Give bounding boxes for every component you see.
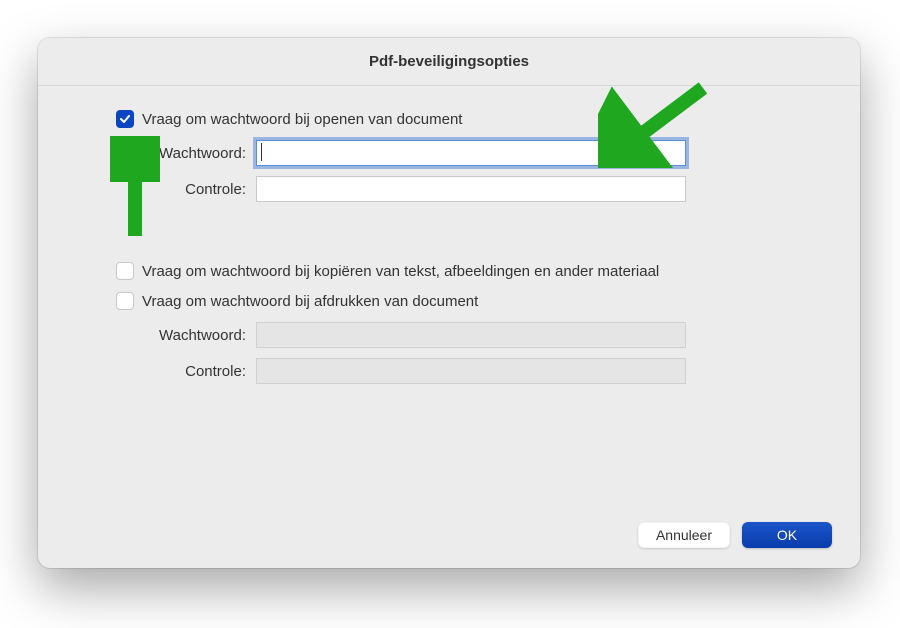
dialog-content: Vraag om wachtwoord bij openen van docum… bbox=[38, 86, 860, 414]
require-copy-password-label: Vraag om wachtwoord bij kopiëren van tek… bbox=[142, 263, 659, 280]
open-password-field-row: Wachtwoord: bbox=[66, 140, 832, 166]
open-password-label: Wachtwoord: bbox=[66, 145, 256, 162]
perm-password-label: Wachtwoord: bbox=[66, 327, 256, 344]
text-cursor bbox=[261, 143, 262, 161]
cancel-button[interactable]: Annuleer bbox=[638, 522, 730, 548]
perm-password-input bbox=[256, 322, 686, 348]
ok-button[interactable]: OK bbox=[742, 522, 832, 548]
open-verify-input[interactable] bbox=[256, 176, 686, 202]
dialog-title: Pdf-beveiligingsopties bbox=[369, 53, 529, 70]
open-password-input[interactable] bbox=[256, 140, 686, 166]
require-open-password-checkbox[interactable] bbox=[116, 110, 134, 128]
require-print-password-label: Vraag om wachtwoord bij afdrukken van do… bbox=[142, 293, 478, 310]
require-copy-password-checkbox[interactable] bbox=[116, 262, 134, 280]
checkmark-icon bbox=[119, 113, 131, 125]
open-password-section: Vraag om wachtwoord bij openen van docum… bbox=[66, 110, 832, 202]
require-print-password-checkbox[interactable] bbox=[116, 292, 134, 310]
open-verify-label: Controle: bbox=[66, 181, 256, 198]
perm-verify-label: Controle: bbox=[66, 363, 256, 380]
dialog-buttons: Annuleer OK bbox=[638, 522, 832, 548]
require-print-password-row: Vraag om wachtwoord bij afdrukken van do… bbox=[116, 292, 832, 310]
open-verify-field-row: Controle: bbox=[66, 176, 832, 202]
require-open-password-row: Vraag om wachtwoord bij openen van docum… bbox=[116, 110, 832, 128]
require-copy-password-row: Vraag om wachtwoord bij kopiëren van tek… bbox=[116, 262, 832, 280]
perm-verify-field-row: Controle: bbox=[66, 358, 832, 384]
pdf-security-options-dialog: Pdf-beveiligingsopties Vraag om wachtwoo… bbox=[38, 38, 860, 568]
require-open-password-label: Vraag om wachtwoord bij openen van docum… bbox=[142, 111, 462, 128]
titlebar: Pdf-beveiligingsopties bbox=[38, 38, 860, 86]
perm-password-field-row: Wachtwoord: bbox=[66, 322, 832, 348]
permissions-password-section: Vraag om wachtwoord bij kopiëren van tek… bbox=[116, 262, 832, 384]
perm-verify-input bbox=[256, 358, 686, 384]
